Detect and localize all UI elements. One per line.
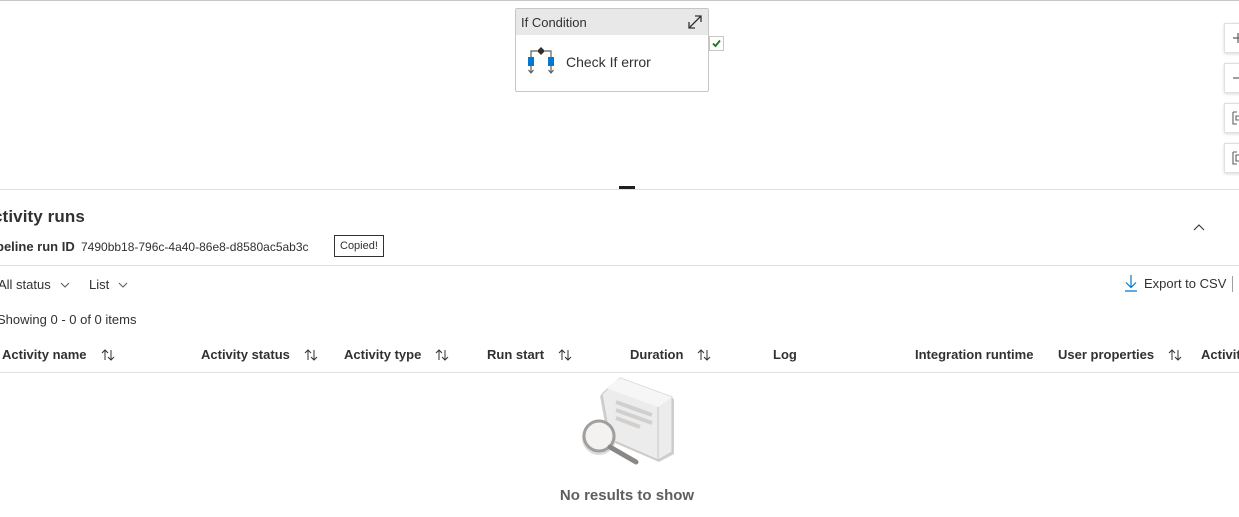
node-activity-name: Check If error: [566, 54, 651, 70]
column-header-run-start[interactable]: Run start: [487, 347, 572, 362]
zoom-out-button[interactable]: [1224, 63, 1239, 93]
sort-icon: [698, 348, 711, 361]
column-header-log: Log: [773, 347, 797, 362]
sort-icon: [558, 348, 572, 361]
zoom-in-button[interactable]: [1224, 23, 1239, 53]
reset-zoom-button[interactable]: [1224, 143, 1239, 173]
pipeline-run-id-value[interactable]: 7490bb18-796c-4a40-86e8-d8580ac5ab3c: [81, 240, 309, 254]
activity-runs-title: ctivity runs: [0, 207, 85, 226]
node-header: If Condition: [516, 9, 708, 35]
chevron-up-icon[interactable]: [1191, 220, 1207, 236]
panel-splitter[interactable]: [0, 189, 1239, 190]
sort-icon: [1168, 348, 1182, 361]
column-header-activity-type[interactable]: Activity type: [344, 347, 449, 362]
zoom-out-icon: [1233, 77, 1239, 79]
column-header-activity-clipped[interactable]: Activit: [1201, 347, 1239, 362]
export-to-csv-button[interactable]: Export to CSV: [1124, 274, 1226, 292]
table-header-divider: [0, 372, 1239, 373]
column-header-label: Run start: [487, 347, 545, 362]
download-icon: [1125, 275, 1137, 292]
zoom-to-fit-icon: [1232, 111, 1239, 125]
toolbar-separator: [1232, 276, 1233, 292]
column-header-label: Integration runtime: [915, 347, 1034, 362]
view-mode-dropdown[interactable]: List: [89, 277, 128, 292]
expand-diagonal-icon[interactable]: [684, 11, 706, 33]
column-header-label: Activit: [1201, 347, 1239, 362]
activity-node-if-condition[interactable]: If Condition Check If error: [515, 8, 709, 92]
copied-tooltip: Copied!: [334, 235, 384, 257]
success-check-icon[interactable]: [709, 36, 724, 51]
column-header-label: Activity name: [2, 347, 87, 362]
status-filter-dropdown[interactable]: All status: [0, 277, 70, 292]
column-header-label: Activity type: [344, 347, 422, 362]
node-body: Check If error: [516, 35, 708, 90]
chevron-down-icon: [60, 282, 70, 288]
node-type-title: If Condition: [521, 15, 587, 30]
splitter-grip[interactable]: [619, 186, 635, 189]
status-filter-label: All status: [0, 277, 51, 292]
column-header-label: Duration: [630, 347, 684, 362]
no-results-illustration: [582, 377, 674, 465]
column-header-activity-status[interactable]: Activity status: [201, 347, 318, 362]
sort-icon: [435, 348, 449, 361]
sort-icon: [304, 348, 318, 361]
export-label: Export to CSV: [1144, 275, 1227, 291]
column-header-duration[interactable]: Duration: [630, 347, 711, 362]
chevron-down-icon: [118, 282, 128, 288]
item-count: Showing 0 - 0 of 0 items: [0, 312, 137, 327]
column-header-user-properties[interactable]: User properties: [1058, 347, 1182, 362]
if-condition-icon: [528, 47, 554, 74]
view-mode-label: List: [89, 277, 110, 292]
reset-zoom-icon: [1232, 151, 1239, 165]
zoom-in-icon: [1233, 33, 1239, 43]
column-header-integration-runtime: Integration runtime: [915, 347, 1033, 362]
sort-icon: [101, 348, 114, 361]
empty-state-message: No results to show: [559, 487, 695, 504]
header-divider: [0, 265, 1239, 266]
column-header-label: User properties: [1058, 347, 1155, 362]
column-header-label: Log: [773, 347, 797, 362]
column-header-label: Activity status: [201, 347, 290, 362]
zoom-to-fit-button[interactable]: [1224, 103, 1239, 133]
pipeline-run-id-label: peline run ID: [0, 239, 75, 254]
column-header-activity-name[interactable]: Activity name: [2, 347, 115, 362]
